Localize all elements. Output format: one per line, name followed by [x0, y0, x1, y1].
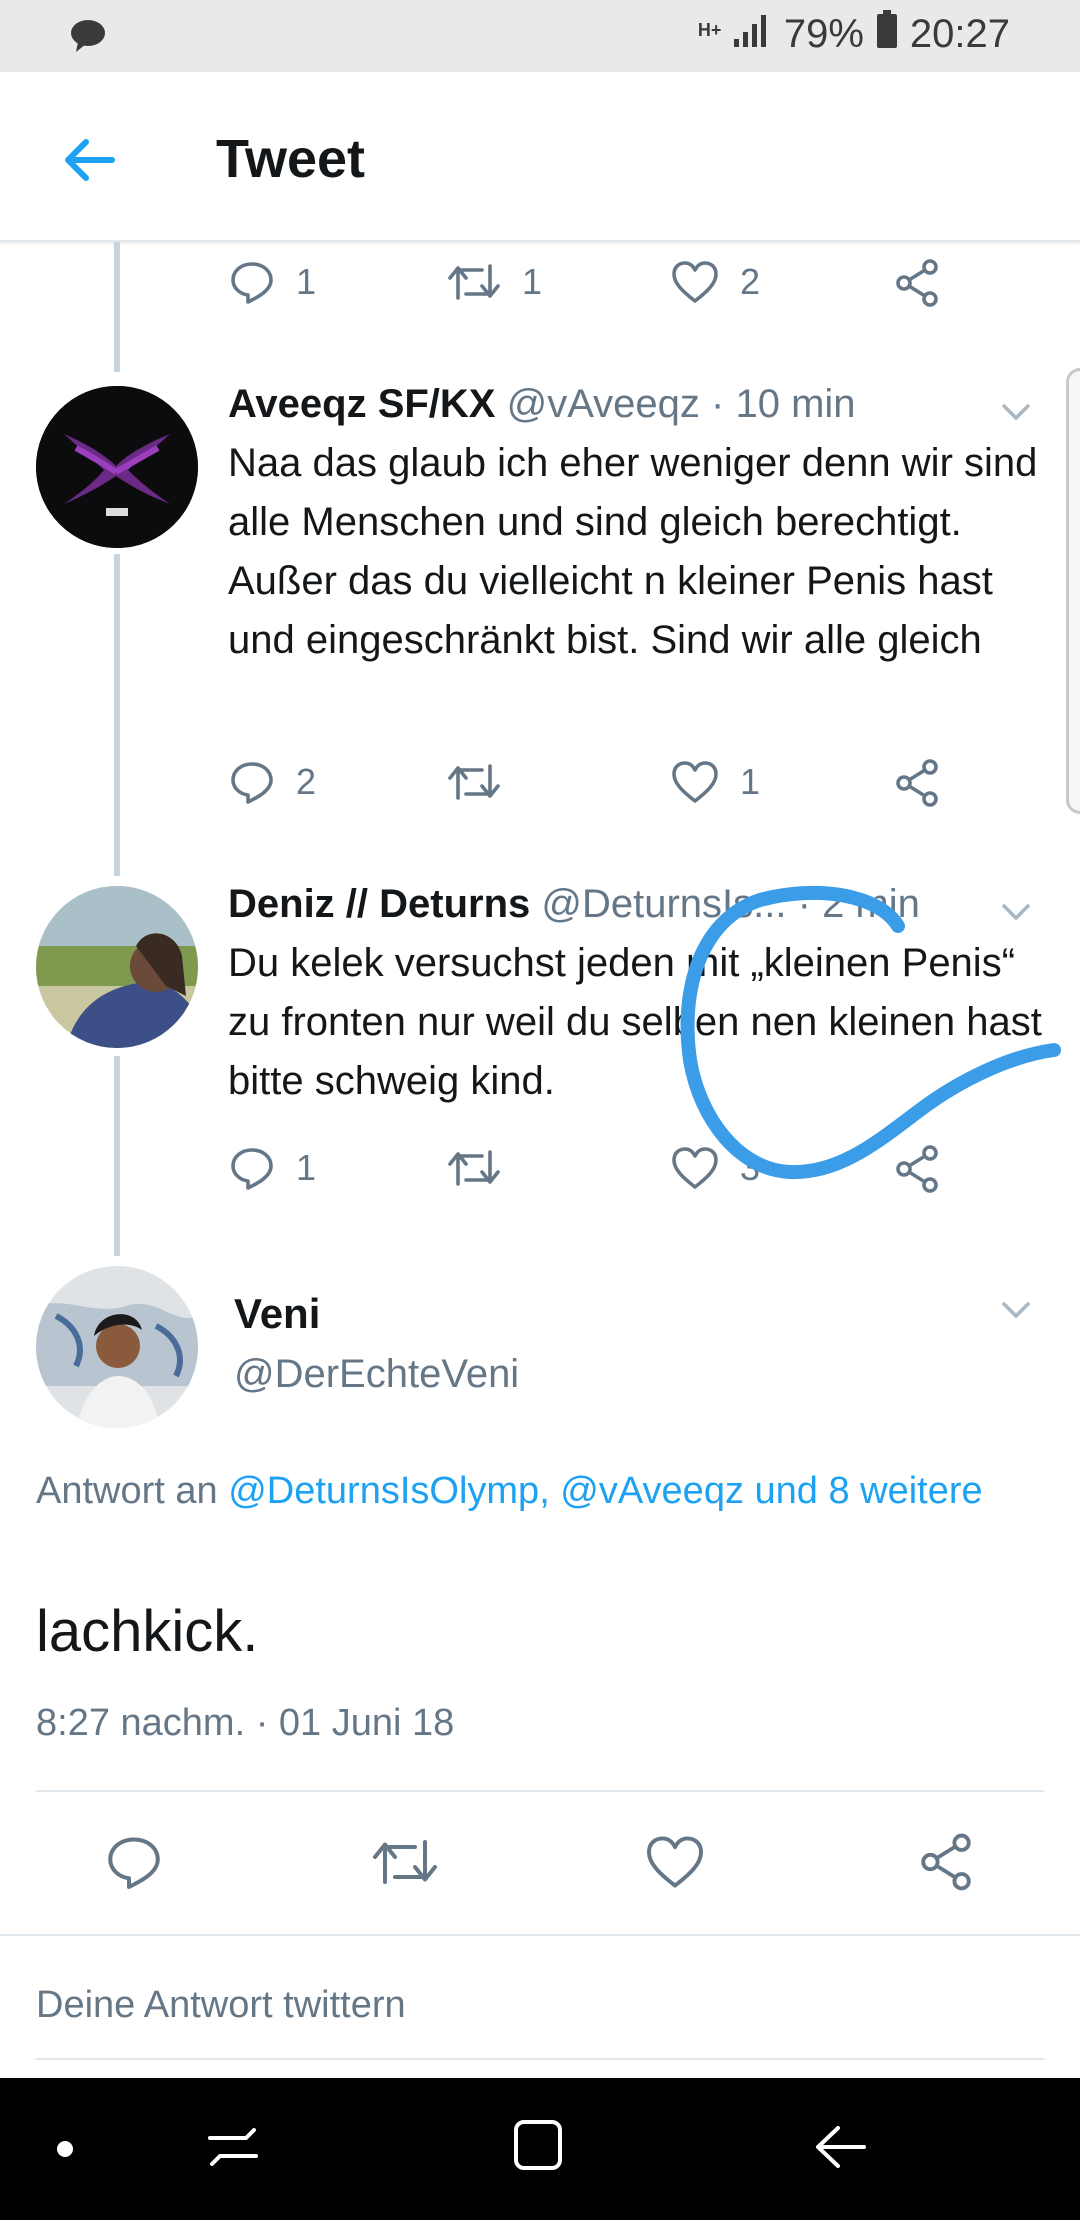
retweet-icon — [373, 1840, 437, 1884]
nav-dot-icon[interactable] — [56, 2140, 74, 2163]
system-nav-bar — [0, 2078, 1080, 2220]
user-handle[interactable]: @DerEchteVeni — [234, 1352, 519, 1397]
recent-apps-icon[interactable] — [206, 2122, 260, 2177]
user-handle[interactable]: @DeturnsIs... — [541, 882, 786, 926]
reply-icon — [231, 262, 273, 304]
tweet-header: Aveeqz SF/KX @vAveeqz · 10 min — [228, 382, 988, 427]
thread-line — [114, 1056, 120, 1256]
reply-mentions-link[interactable]: @DeturnsIsOlymp, @vAveeqz und 8 weitere — [228, 1470, 982, 1512]
back-icon[interactable] — [812, 2120, 868, 2179]
display-name[interactable]: Deniz // Deturns — [228, 882, 530, 926]
divider — [36, 1790, 1044, 1792]
back-arrow-icon[interactable] — [58, 128, 122, 192]
reply-button[interactable] — [104, 1832, 164, 1892]
reply-icon — [231, 762, 273, 804]
reply-count: 2 — [296, 761, 317, 802]
divider — [0, 1934, 1080, 1936]
like-count: 1 — [740, 761, 761, 802]
retweet-button[interactable] — [446, 1144, 522, 1192]
app-header: Tweet — [0, 72, 1080, 242]
tweet-header: Deniz // Deturns @DeturnsIs... · 2 min — [228, 882, 988, 927]
like-button[interactable]: 3 — [670, 1144, 760, 1192]
share-button[interactable] — [916, 1832, 976, 1892]
like-button[interactable]: 2 — [670, 258, 760, 306]
user-handle[interactable]: @vAveeqz — [507, 382, 700, 426]
like-count: 3 — [740, 1147, 761, 1188]
reply-icon — [231, 1148, 273, 1190]
like-button[interactable]: 1 — [670, 758, 760, 806]
retweet-button[interactable]: 1 — [446, 258, 542, 306]
share-icon — [921, 1833, 971, 1891]
share-icon — [896, 1145, 938, 1193]
like-button[interactable] — [644, 1832, 706, 1892]
battery-percent: 79% — [783, 11, 864, 56]
signal-icon — [732, 12, 772, 57]
tweet-text: Naa das glaub ich eher weniger denn wir … — [228, 441, 1038, 662]
reply-count: 1 — [296, 1147, 317, 1188]
like-count: 2 — [740, 261, 761, 302]
chevron-down-icon[interactable] — [996, 1290, 1036, 1330]
share-button[interactable] — [892, 258, 942, 308]
tweet-actions: 1 3 — [228, 1144, 988, 1208]
reply-button[interactable]: 1 — [228, 258, 316, 306]
scroll-handle[interactable] — [1066, 368, 1080, 814]
thread-line — [114, 242, 120, 372]
clock: 20:27 — [909, 11, 1010, 56]
like-icon — [672, 261, 718, 303]
retweet-button[interactable] — [446, 758, 522, 806]
chevron-down-icon[interactable] — [996, 892, 1036, 932]
main-tweet-timestamp: 8:27 nachm. · 01 Juni 18 — [36, 1702, 455, 1744]
tweet-text: Du kelek versuchst jeden mit „kleinen Pe… — [228, 941, 1042, 1103]
tweet-actions: 2 1 — [228, 758, 988, 822]
display-name[interactable]: Veni — [234, 1290, 320, 1338]
tweet-time: · 10 min — [711, 382, 856, 426]
tweet-actions: 1 1 2 — [228, 258, 988, 322]
avatar[interactable] — [36, 386, 198, 548]
like-icon — [646, 1836, 704, 1888]
status-bar: H+ 79% 20:27 — [0, 0, 1080, 72]
like-icon — [672, 1147, 718, 1189]
battery-icon — [876, 10, 898, 58]
share-button[interactable] — [892, 758, 942, 808]
thread-line — [114, 554, 120, 876]
retweet-count: 1 — [522, 261, 543, 302]
reply-context: Antwort an @DeturnsIsOlymp, @vAveeqz und… — [36, 1462, 1036, 1520]
like-icon — [672, 761, 718, 803]
display-name[interactable]: Aveeqz SF/KX — [228, 382, 495, 426]
network-type: H+ — [697, 20, 722, 40]
reply-count: 1 — [296, 261, 317, 302]
share-icon — [896, 759, 938, 807]
home-icon[interactable] — [512, 2118, 564, 2177]
reply-prefix: Antwort an — [36, 1470, 229, 1512]
page-title: Tweet — [216, 129, 366, 189]
reply-button[interactable]: 1 — [228, 1144, 316, 1192]
main-tweet-actions — [0, 1832, 1080, 1896]
main-tweet-text: lachkick. — [36, 1599, 259, 1664]
retweet-icon — [448, 264, 500, 300]
chat-notification-icon — [68, 18, 108, 59]
reply-icon — [108, 1837, 160, 1889]
retweet-icon — [448, 1150, 500, 1186]
divider — [36, 2058, 1044, 2060]
tweet-time: · 2 min — [797, 882, 920, 926]
retweet-icon — [448, 764, 500, 800]
screen: H+ 79% 20:27 Tweet 1 1 2 Aveeqz SF/KX @v… — [0, 0, 1080, 2220]
reply-button[interactable]: 2 — [228, 758, 316, 806]
avatar[interactable] — [36, 886, 198, 1048]
retweet-button[interactable] — [370, 1832, 440, 1892]
chevron-down-icon[interactable] — [996, 392, 1036, 432]
avatar[interactable] — [36, 1266, 198, 1428]
share-button[interactable] — [892, 1144, 942, 1194]
share-icon — [896, 259, 938, 307]
reply-input[interactable]: Deine Antwort twittern — [36, 1984, 406, 2027]
